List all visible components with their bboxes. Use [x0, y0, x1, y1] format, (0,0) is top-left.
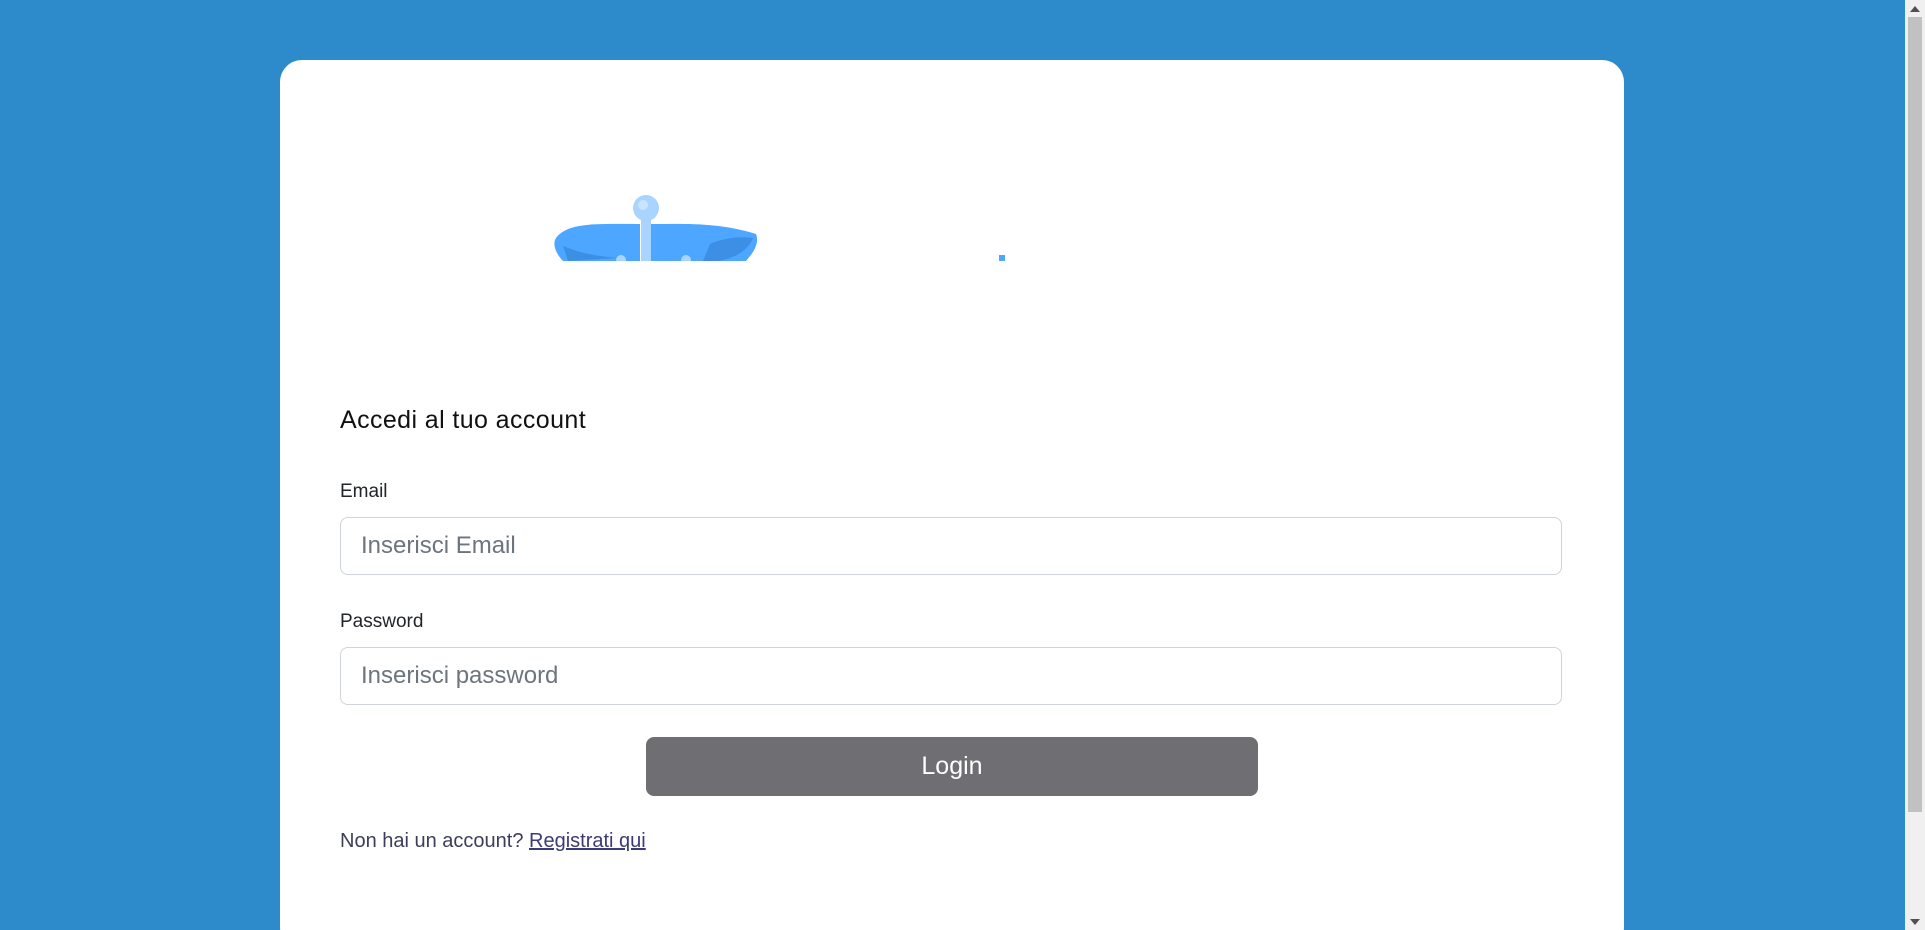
password-field[interactable] [340, 647, 1562, 705]
logo [418, 126, 1018, 266]
login-button[interactable]: Login [646, 737, 1258, 796]
register-link[interactable]: Registrati qui [529, 830, 646, 852]
scroll-up-icon[interactable] [1905, 0, 1925, 17]
login-card: Accedi al tuo account Email Password Log… [280, 60, 1624, 930]
scroll-down-icon[interactable] [1905, 913, 1925, 930]
vertical-scrollbar[interactable] [1905, 0, 1925, 930]
email-label: Email [340, 481, 388, 502]
page: Accedi al tuo account Email Password Log… [0, 0, 1925, 930]
scrollbar-thumb[interactable] [1908, 17, 1922, 812]
page-title: Accedi al tuo account [340, 406, 587, 434]
password-label: Password [340, 611, 424, 632]
register-prompt-text: Non hai un account? [340, 830, 524, 852]
register-prompt: Non hai un account? Registrati qui [340, 830, 646, 853]
caduceus-wings-logo-icon [418, 195, 1018, 266]
email-field[interactable] [340, 517, 1562, 575]
